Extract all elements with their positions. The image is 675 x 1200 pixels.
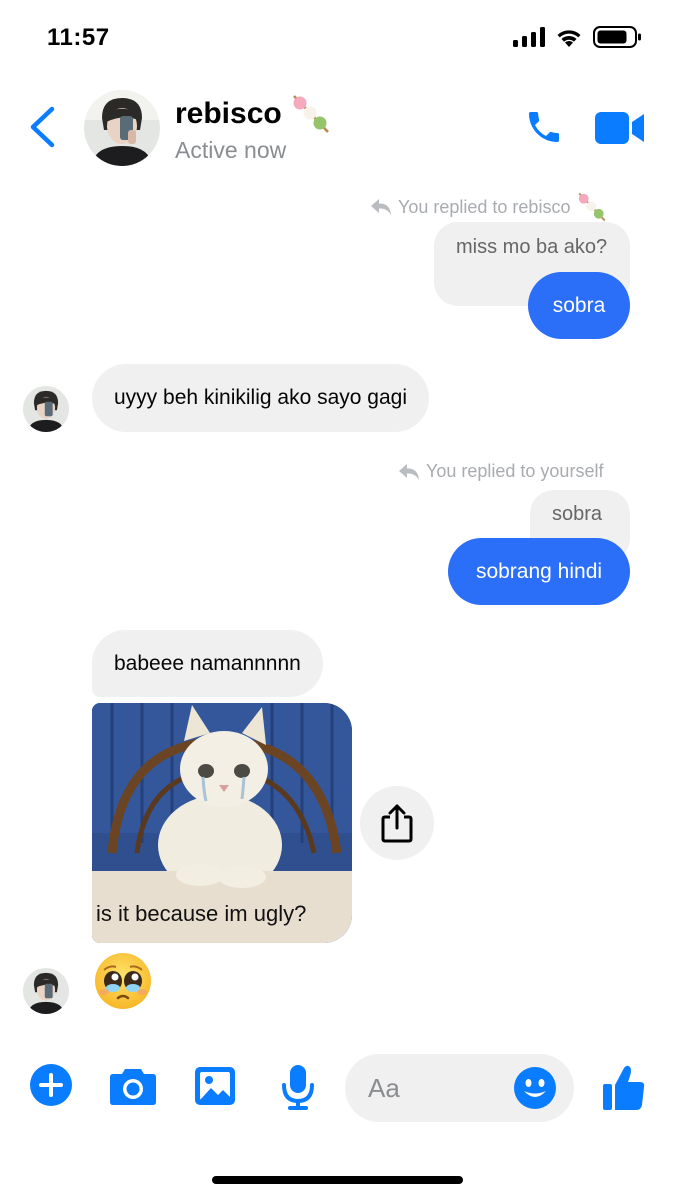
signal-icon — [513, 27, 545, 47]
message-input-placeholder: Aa — [368, 1073, 400, 1103]
camera-button[interactable] — [109, 1066, 157, 1111]
voice-call-button[interactable] — [524, 107, 564, 152]
thumbs-up-icon — [603, 1065, 645, 1110]
status-time: 11:57 — [47, 24, 110, 51]
smiley-icon — [514, 1067, 556, 1109]
home-indicator — [212, 1176, 463, 1184]
contact-name[interactable]: rebisco — [175, 94, 332, 134]
their-message-bubble[interactable]: uyyy beh kinikilig ako sayo gagi — [92, 364, 429, 432]
phone-icon — [529, 112, 559, 142]
active-status: Active now — [175, 137, 287, 163]
sender-avatar[interactable] — [23, 386, 69, 432]
reply-arrow-icon — [399, 463, 419, 480]
video-camera-icon — [595, 112, 644, 144]
contact-avatar[interactable] — [84, 90, 160, 166]
more-actions-button[interactable] — [30, 1064, 72, 1111]
pleading-face-emoji[interactable] — [94, 952, 152, 1010]
reply-note-text: You replied to yourself — [426, 461, 604, 481]
video-call-button[interactable] — [594, 110, 646, 151]
meme-caption: is it because im ugly? — [96, 901, 307, 926]
contact-name-text: rebisco — [175, 97, 282, 130]
microphone-icon — [282, 1065, 314, 1110]
dango-icon — [292, 95, 329, 133]
my-message-bubble[interactable]: sobrang hindi — [448, 538, 630, 605]
share-button[interactable] — [360, 786, 434, 860]
dango-icon — [579, 192, 606, 222]
my-message-bubble[interactable]: sobra — [528, 272, 630, 339]
reply-note-text: You replied to rebisco — [398, 196, 571, 217]
plus-icon — [30, 1064, 72, 1106]
chevron-left-icon — [30, 106, 55, 148]
battery-icon — [593, 26, 641, 48]
camera-icon — [110, 1069, 156, 1105]
share-icon — [381, 804, 413, 843]
like-button[interactable] — [602, 1064, 646, 1117]
voice-message-button[interactable] — [282, 1064, 314, 1115]
sender-avatar[interactable] — [23, 968, 69, 1014]
gallery-icon — [195, 1067, 235, 1105]
back-button[interactable] — [28, 106, 56, 153]
gallery-button[interactable] — [194, 1066, 236, 1111]
their-message-bubble[interactable]: babeee namannnnn — [92, 630, 323, 697]
meme-image[interactable]: is it because im ugly? — [92, 703, 352, 943]
reply-arrow-icon — [371, 199, 391, 215]
reply-note: You replied to yourself — [398, 461, 603, 482]
wifi-icon — [557, 30, 581, 47]
reply-note: You replied to rebisco — [370, 192, 608, 222]
message-input[interactable]: Aa — [345, 1054, 574, 1122]
emoji-picker-button[interactable] — [514, 1067, 556, 1114]
status-icons — [513, 26, 641, 48]
